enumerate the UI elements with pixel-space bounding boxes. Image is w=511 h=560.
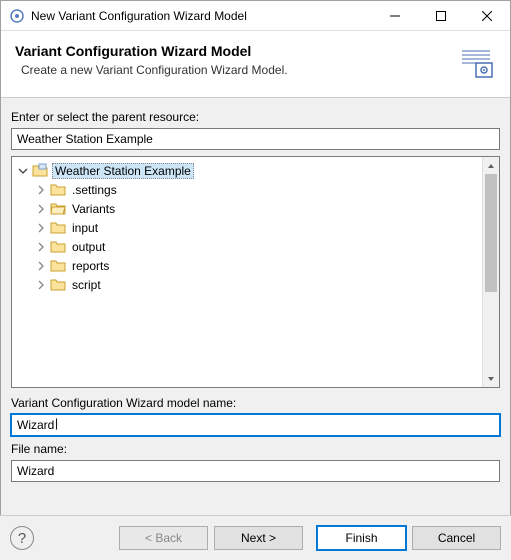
expand-icon[interactable] <box>34 240 48 254</box>
model-name-label: Variant Configuration Wizard model name: <box>11 396 500 410</box>
next-button[interactable]: Next > <box>214 526 303 550</box>
folder-icon <box>50 259 66 273</box>
maximize-button[interactable] <box>418 1 464 31</box>
expand-icon[interactable] <box>34 202 48 216</box>
titlebar: New Variant Configuration Wizard Model <box>1 1 510 31</box>
tree-item-label: .settings <box>70 183 119 197</box>
cancel-button[interactable]: Cancel <box>412 526 501 550</box>
finish-button[interactable]: Finish <box>317 526 406 550</box>
scroll-down-icon[interactable] <box>483 370 499 387</box>
folder-icon <box>50 183 66 197</box>
parent-resource-input[interactable] <box>11 128 500 150</box>
tree-item-label: input <box>70 221 100 235</box>
scroll-up-icon[interactable] <box>483 157 499 174</box>
folder-icon <box>50 240 66 254</box>
help-button[interactable]: ? <box>10 526 34 550</box>
expand-icon[interactable] <box>34 259 48 273</box>
wizard-icon <box>456 43 496 83</box>
banner: Variant Configuration Wizard Model Creat… <box>1 31 510 98</box>
scroll-track[interactable] <box>483 174 499 370</box>
folder-icon <box>50 278 66 292</box>
tree-item[interactable]: .settings <box>12 180 482 199</box>
tree-item-label: reports <box>70 259 111 273</box>
tree-item-label: output <box>70 240 107 254</box>
banner-title: Variant Configuration Wizard Model <box>15 43 456 59</box>
expand-icon[interactable] <box>34 221 48 235</box>
collapse-icon[interactable] <box>16 164 30 178</box>
expand-icon[interactable] <box>34 278 48 292</box>
app-icon <box>9 8 25 24</box>
tree-item[interactable]: output <box>12 237 482 256</box>
file-name-label: File name: <box>11 442 500 456</box>
folder-open-icon <box>50 202 66 216</box>
tree-item-label: Variants <box>70 202 117 216</box>
button-bar: ? < Back Next > Finish Cancel <box>0 515 511 560</box>
tree-scrollbar[interactable] <box>482 157 499 387</box>
resource-tree[interactable]: Weather Station Example .settings Varian… <box>11 156 500 388</box>
parent-resource-label: Enter or select the parent resource: <box>11 110 500 124</box>
window-title: New Variant Configuration Wizard Model <box>31 9 372 23</box>
model-name-input[interactable] <box>11 414 500 436</box>
back-button: < Back <box>119 526 208 550</box>
file-name-input[interactable] <box>11 460 500 482</box>
close-button[interactable] <box>464 1 510 31</box>
scroll-thumb[interactable] <box>485 174 497 292</box>
banner-subtitle: Create a new Variant Configuration Wizar… <box>21 63 456 77</box>
tree-root-label: Weather Station Example <box>52 163 194 179</box>
tree-item[interactable]: input <box>12 218 482 237</box>
help-icon: ? <box>18 530 26 547</box>
tree-item-label: script <box>70 278 103 292</box>
folder-icon <box>50 221 66 235</box>
expand-icon[interactable] <box>34 183 48 197</box>
minimize-button[interactable] <box>372 1 418 31</box>
tree-item[interactable]: reports <box>12 256 482 275</box>
project-icon <box>32 163 48 179</box>
tree-item[interactable]: script <box>12 275 482 294</box>
tree-root[interactable]: Weather Station Example <box>12 161 482 180</box>
tree-item[interactable]: Variants <box>12 199 482 218</box>
